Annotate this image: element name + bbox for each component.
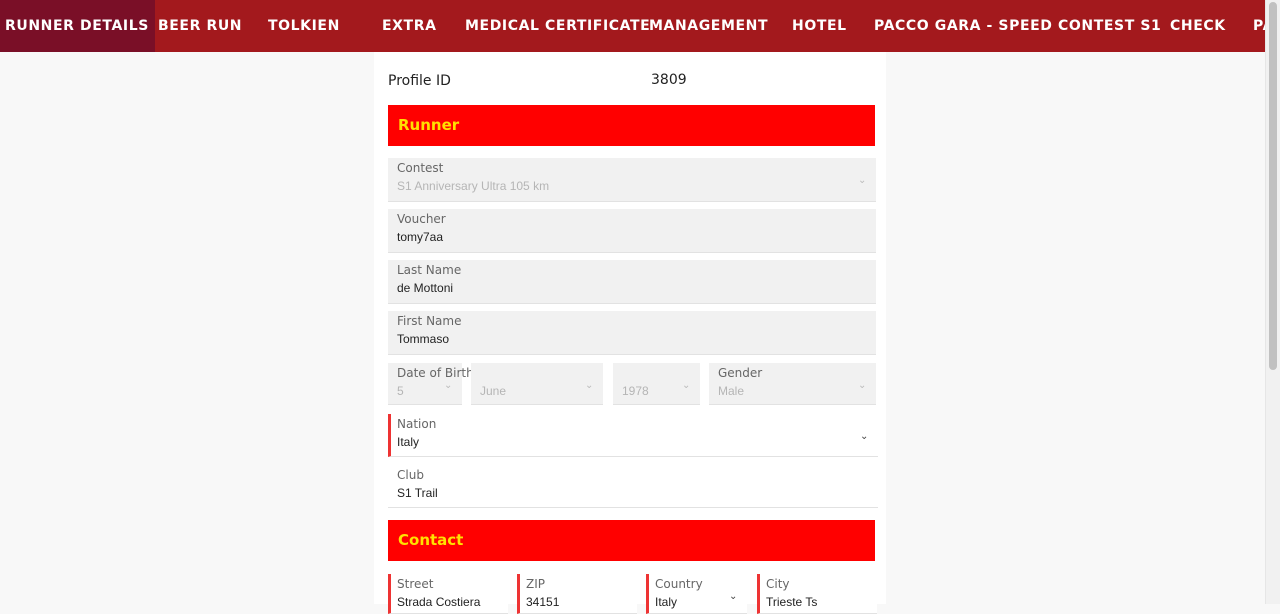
date-of-birth-label: Date of Birth	[397, 366, 474, 380]
top-nav: RUNNER DETAILS BEER RUN TOLKIEN EXTRA ME…	[0, 0, 1265, 52]
zip-value[interactable]: 34151	[526, 595, 559, 609]
birth-year-select: 1978 ⌄	[613, 363, 700, 405]
birth-day-select: Date of Birth 5 ⌄	[388, 363, 474, 405]
section-runner-header: Runner	[388, 105, 875, 146]
contest-label: Contest	[397, 161, 444, 175]
city-value[interactable]: Trieste Ts	[766, 595, 817, 609]
chevron-down-icon: ⌄	[858, 175, 867, 186]
first-name-label: First Name	[397, 314, 462, 328]
tab-medical-certificate[interactable]: MEDICAL CERTIFICATE	[465, 0, 650, 52]
contest-value: S1 Anniversary Ultra 105 km	[397, 179, 550, 193]
last-name-value[interactable]: de Mottoni	[397, 281, 453, 295]
gender-label: Gender	[718, 366, 763, 380]
contest-select: Contest S1 Anniversary Ultra 105 km ⌄	[388, 158, 876, 202]
profile-id-label: Profile ID	[388, 73, 451, 89]
chevron-down-icon: ⌄	[585, 380, 594, 391]
tab-runner-details[interactable]: RUNNER DETAILS	[0, 0, 155, 52]
tab-truncated[interactable]: PA	[1253, 0, 1265, 52]
street-value[interactable]: Strada Costiera	[397, 595, 480, 609]
nation-value[interactable]: Italy	[397, 435, 419, 449]
zip-field[interactable]: ZIP 34151	[517, 574, 637, 614]
tab-pacco-gara[interactable]: PACCO GARA - SPEED CONTEST S1	[874, 0, 1161, 52]
tab-management[interactable]: MANAGEMENT	[649, 0, 768, 52]
tab-extra[interactable]: EXTRA	[382, 0, 437, 52]
city-label: City	[766, 577, 790, 591]
voucher-field[interactable]: Voucher tomy7aa	[388, 209, 876, 253]
gender-value: Male	[718, 384, 745, 398]
club-value[interactable]: S1 Trail	[397, 486, 438, 500]
chevron-down-icon[interactable]: ⌄	[729, 592, 739, 602]
tab-beer-run[interactable]: BEER RUN	[158, 0, 242, 52]
zip-label: ZIP	[526, 577, 545, 591]
last-name-label: Last Name	[397, 263, 462, 277]
country-select[interactable]: Country Italy ⌄	[646, 574, 747, 614]
first-name-value[interactable]: Tommaso	[397, 332, 449, 346]
last-name-field[interactable]: Last Name de Mottoni	[388, 260, 876, 304]
voucher-value[interactable]: tomy7aa	[397, 230, 443, 244]
page-scrollbar[interactable]	[1265, 0, 1280, 604]
street-field[interactable]: Street Strada Costiera	[388, 574, 508, 614]
tab-tolkien[interactable]: TOLKIEN	[268, 0, 340, 52]
voucher-label: Voucher	[397, 212, 446, 226]
profile-id-value: 3809	[651, 72, 687, 88]
nation-select[interactable]: Nation Italy ⌄	[388, 414, 878, 457]
birth-day-value: 5	[397, 384, 404, 398]
tab-hotel[interactable]: HOTEL	[792, 0, 847, 52]
birth-month-value: June	[480, 384, 507, 398]
city-field[interactable]: City Trieste Ts	[757, 574, 877, 614]
nation-label: Nation	[397, 417, 437, 431]
chevron-down-icon: ⌄	[444, 380, 453, 391]
birth-year-value: 1978	[622, 384, 649, 398]
section-contact-header: Contact	[388, 520, 875, 561]
birth-month-select: June ⌄	[471, 363, 603, 405]
club-label: Club	[397, 468, 424, 482]
gender-select: Gender Male ⌄	[709, 363, 876, 405]
chevron-down-icon: ⌄	[858, 380, 867, 391]
scrollbar-thumb[interactable]	[1269, 2, 1277, 370]
first-name-field[interactable]: First Name Tommaso	[388, 311, 876, 355]
chevron-down-icon: ⌄	[682, 380, 691, 391]
tab-check[interactable]: CHECK	[1170, 0, 1226, 52]
country-label: Country	[655, 577, 703, 591]
country-value[interactable]: Italy	[655, 595, 677, 609]
club-field[interactable]: Club S1 Trail	[388, 465, 878, 508]
chevron-down-icon[interactable]: ⌄	[860, 432, 870, 442]
street-label: Street	[397, 577, 434, 591]
